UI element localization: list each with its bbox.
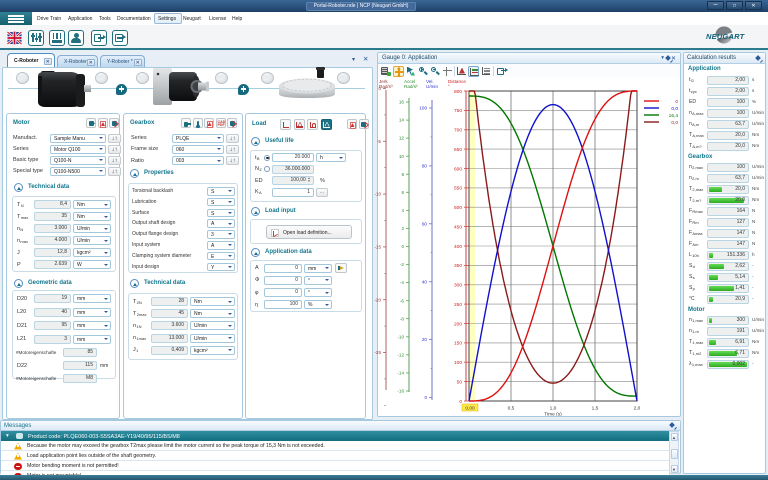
- svg-text:650: 650: [454, 147, 462, 153]
- svg-text:550: 550: [454, 186, 462, 192]
- svg-text:500: 500: [454, 205, 462, 211]
- svg-text:-5: -5: [377, 139, 382, 144]
- svg-text:-6: -6: [400, 298, 405, 303]
- svg-text:-25: -25: [374, 350, 381, 355]
- svg-text:-20: -20: [374, 297, 381, 302]
- svg-text:-10: -10: [374, 192, 381, 197]
- svg-text:100: 100: [419, 106, 427, 111]
- svg-text:350: 350: [454, 263, 462, 269]
- svg-text:14: 14: [399, 118, 405, 123]
- svg-text:4: 4: [401, 208, 404, 213]
- svg-text:0: 0: [675, 99, 678, 105]
- svg-text:100: 100: [454, 360, 462, 366]
- svg-text:16,4: 16,4: [669, 113, 679, 119]
- svg-text:1,0: 1,0: [550, 406, 557, 412]
- svg-text:0,00: 0,00: [465, 406, 475, 412]
- svg-text:-14: -14: [397, 371, 404, 376]
- svg-text:-4: -4: [400, 280, 405, 285]
- svg-text:0,0: 0,0: [671, 120, 678, 126]
- svg-text:0: 0: [424, 395, 427, 400]
- svg-text:1,5: 1,5: [592, 406, 599, 412]
- svg-text:10: 10: [399, 154, 405, 159]
- svg-text:800: 800: [454, 89, 462, 95]
- svg-text:300: 300: [454, 283, 462, 289]
- svg-text:0: 0: [401, 244, 404, 249]
- svg-text:250: 250: [454, 302, 462, 308]
- svg-text:Time (s): Time (s): [544, 412, 562, 417]
- svg-text:6: 6: [401, 190, 404, 195]
- svg-text:-15: -15: [374, 245, 381, 250]
- svg-text:0,0: 0,0: [671, 106, 678, 112]
- svg-text:600: 600: [454, 166, 462, 172]
- svg-text:-2: -2: [400, 262, 405, 267]
- svg-text:150: 150: [454, 341, 462, 347]
- svg-text:2: 2: [401, 226, 404, 231]
- svg-text:50: 50: [457, 379, 463, 385]
- svg-text:0,5: 0,5: [508, 406, 515, 412]
- svg-text:-10: -10: [397, 334, 404, 339]
- svg-text:-16: -16: [397, 389, 404, 394]
- svg-text:20: 20: [422, 337, 428, 342]
- svg-text:2,0: 2,0: [634, 406, 641, 412]
- svg-text:0: 0: [378, 86, 381, 91]
- svg-text:750: 750: [454, 108, 462, 114]
- svg-text:200: 200: [454, 321, 462, 327]
- svg-text:40: 40: [422, 279, 428, 284]
- svg-text:12: 12: [399, 136, 405, 141]
- svg-text:-8: -8: [400, 316, 405, 321]
- svg-text:8: 8: [401, 172, 404, 177]
- svg-text:700: 700: [454, 128, 462, 134]
- svg-text:-12: -12: [397, 352, 404, 357]
- svg-text:400: 400: [454, 244, 462, 250]
- svg-text:16: 16: [399, 100, 405, 105]
- svg-text:60: 60: [422, 221, 428, 226]
- svg-text:80: 80: [422, 164, 428, 169]
- svg-text:450: 450: [454, 224, 462, 230]
